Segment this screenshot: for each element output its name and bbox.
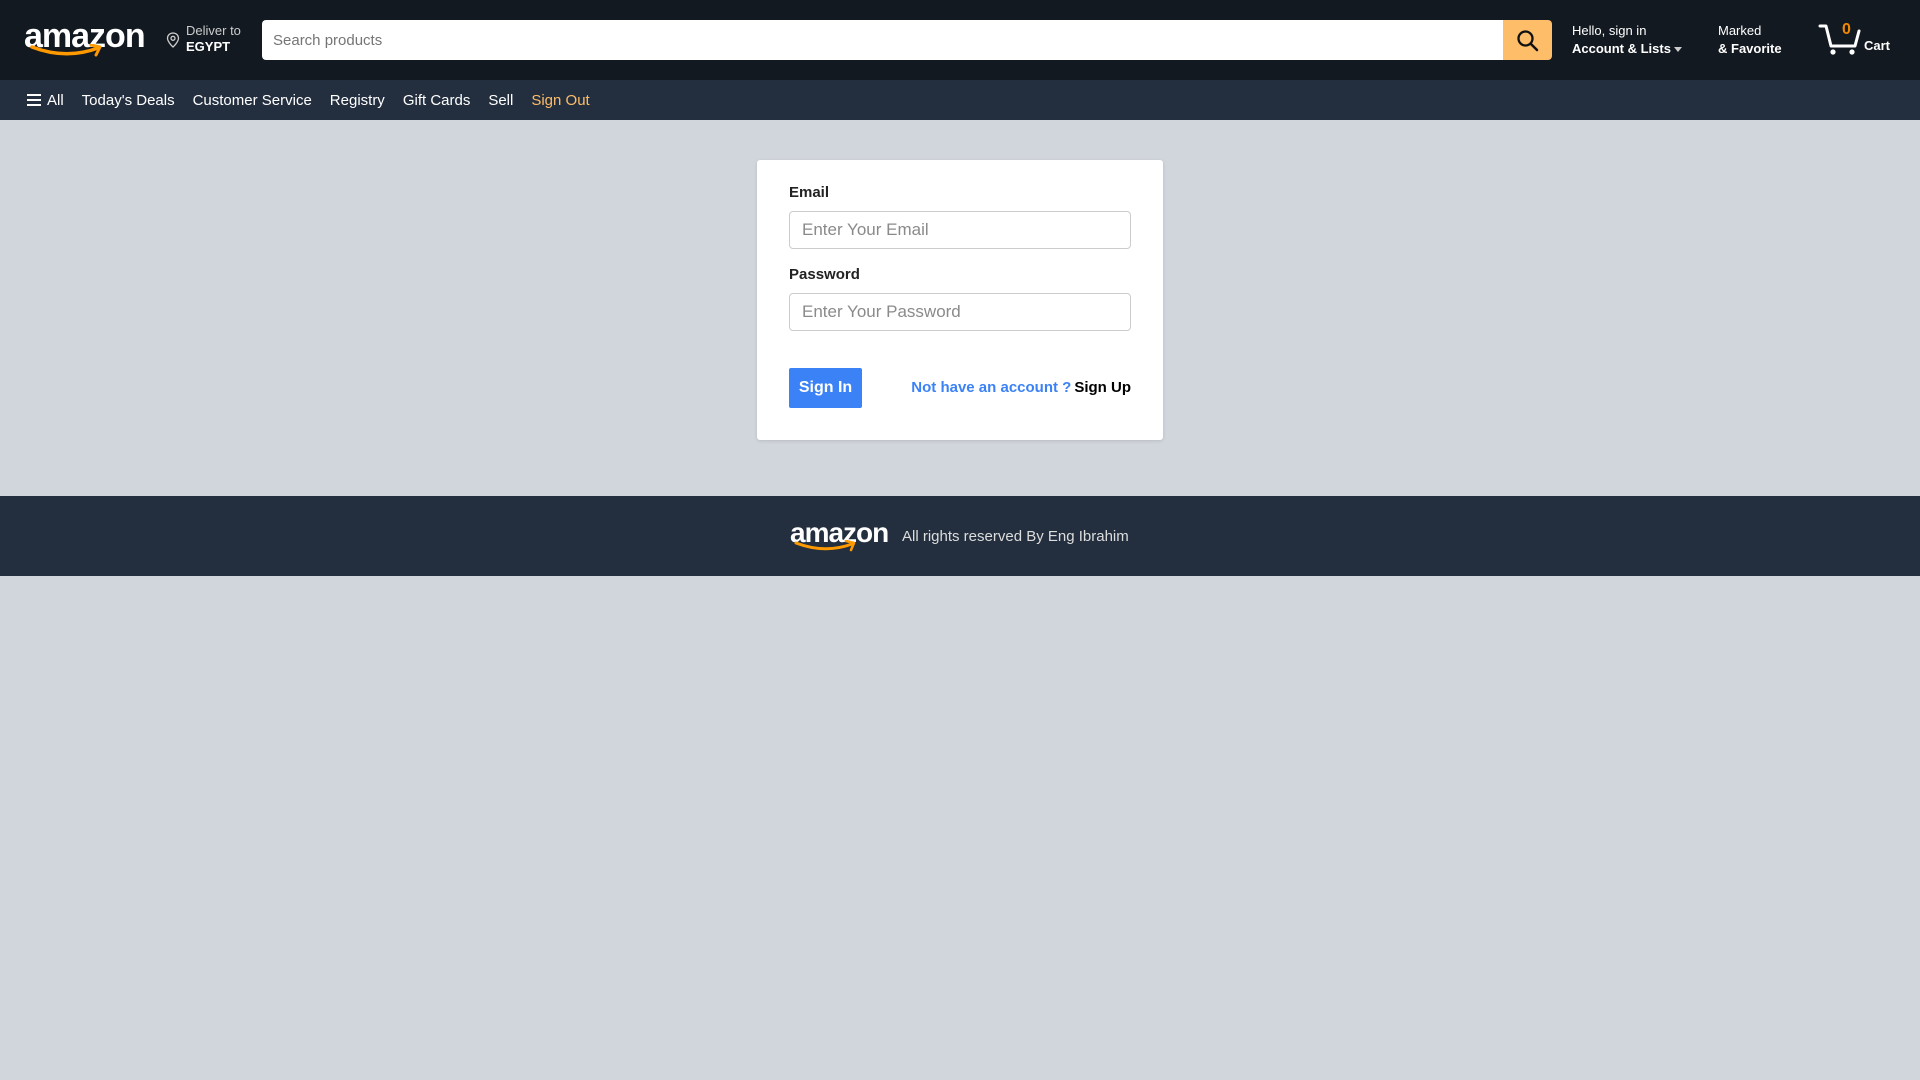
password-label: Password	[789, 266, 860, 283]
hamburger-menu-icon	[27, 91, 41, 109]
footer-amazon-logo[interactable]: amazon	[790, 518, 889, 554]
search-icon	[1517, 30, 1539, 52]
email-label: Email	[789, 184, 830, 201]
nav-todays-deals[interactable]: Today's Deals	[82, 92, 175, 109]
account-lists-row: Account & Lists	[1572, 41, 1682, 56]
footer-copyright: All rights reserved By Eng Ibrahim	[902, 528, 1129, 545]
deliver-to-value: EGYPT	[186, 39, 231, 54]
smile-arrow-icon	[794, 540, 856, 552]
cart-count: 0	[1842, 21, 1851, 38]
cart[interactable]: 0 Cart	[1818, 18, 1902, 58]
nav-gift-cards[interactable]: Gift Cards	[403, 92, 471, 109]
cart-label: Cart	[1864, 38, 1891, 53]
search-input[interactable]	[262, 20, 1503, 60]
favorite-label: & Favorite	[1718, 41, 1782, 56]
sign-in-button[interactable]: Sign In	[789, 368, 862, 408]
nav-sign-out[interactable]: Sign Out	[531, 92, 589, 109]
signup-question: Not have an account ?	[911, 379, 1072, 396]
cart-icon	[1818, 24, 1861, 55]
account-lists-label: Account & Lists	[1572, 41, 1671, 56]
deliver-to-label: Deliver to	[186, 23, 241, 38]
amazon-logo[interactable]: amazon	[24, 18, 146, 58]
sign-up-link[interactable]: Sign Up	[1074, 379, 1131, 396]
signin-card: Email Password Sign In Not have an accou…	[757, 160, 1163, 440]
search-button[interactable]	[1503, 20, 1552, 60]
signup-row: Not have an account ? Sign Up	[911, 379, 1131, 396]
footer: amazon All rights reserved By Eng Ibrahi…	[0, 496, 1920, 576]
nav-sell[interactable]: Sell	[488, 92, 513, 109]
caret-down-icon	[1673, 47, 1682, 53]
location-pin-icon	[166, 32, 180, 48]
search-bar	[262, 20, 1552, 60]
nav-customer-service[interactable]: Customer Service	[193, 92, 312, 109]
email-field[interactable]	[789, 211, 1131, 249]
sub-nav: All Today's Deals Customer Service Regis…	[0, 80, 1920, 120]
nav-all-label: All	[47, 91, 64, 109]
smile-arrow-icon	[30, 44, 102, 57]
account-greeting: Hello, sign in	[1572, 23, 1647, 38]
password-field[interactable]	[789, 293, 1131, 331]
marked-label: Marked	[1718, 23, 1762, 38]
nav-all[interactable]: All	[27, 91, 64, 109]
account-menu[interactable]: Hello, sign in Account & Lists	[1572, 23, 1682, 56]
top-header: amazon Deliver to EGYPT Hello, sign in A…	[0, 0, 1920, 80]
nav-registry[interactable]: Registry	[330, 92, 385, 109]
marked-favorite[interactable]: Marked & Favorite	[1718, 23, 1782, 56]
